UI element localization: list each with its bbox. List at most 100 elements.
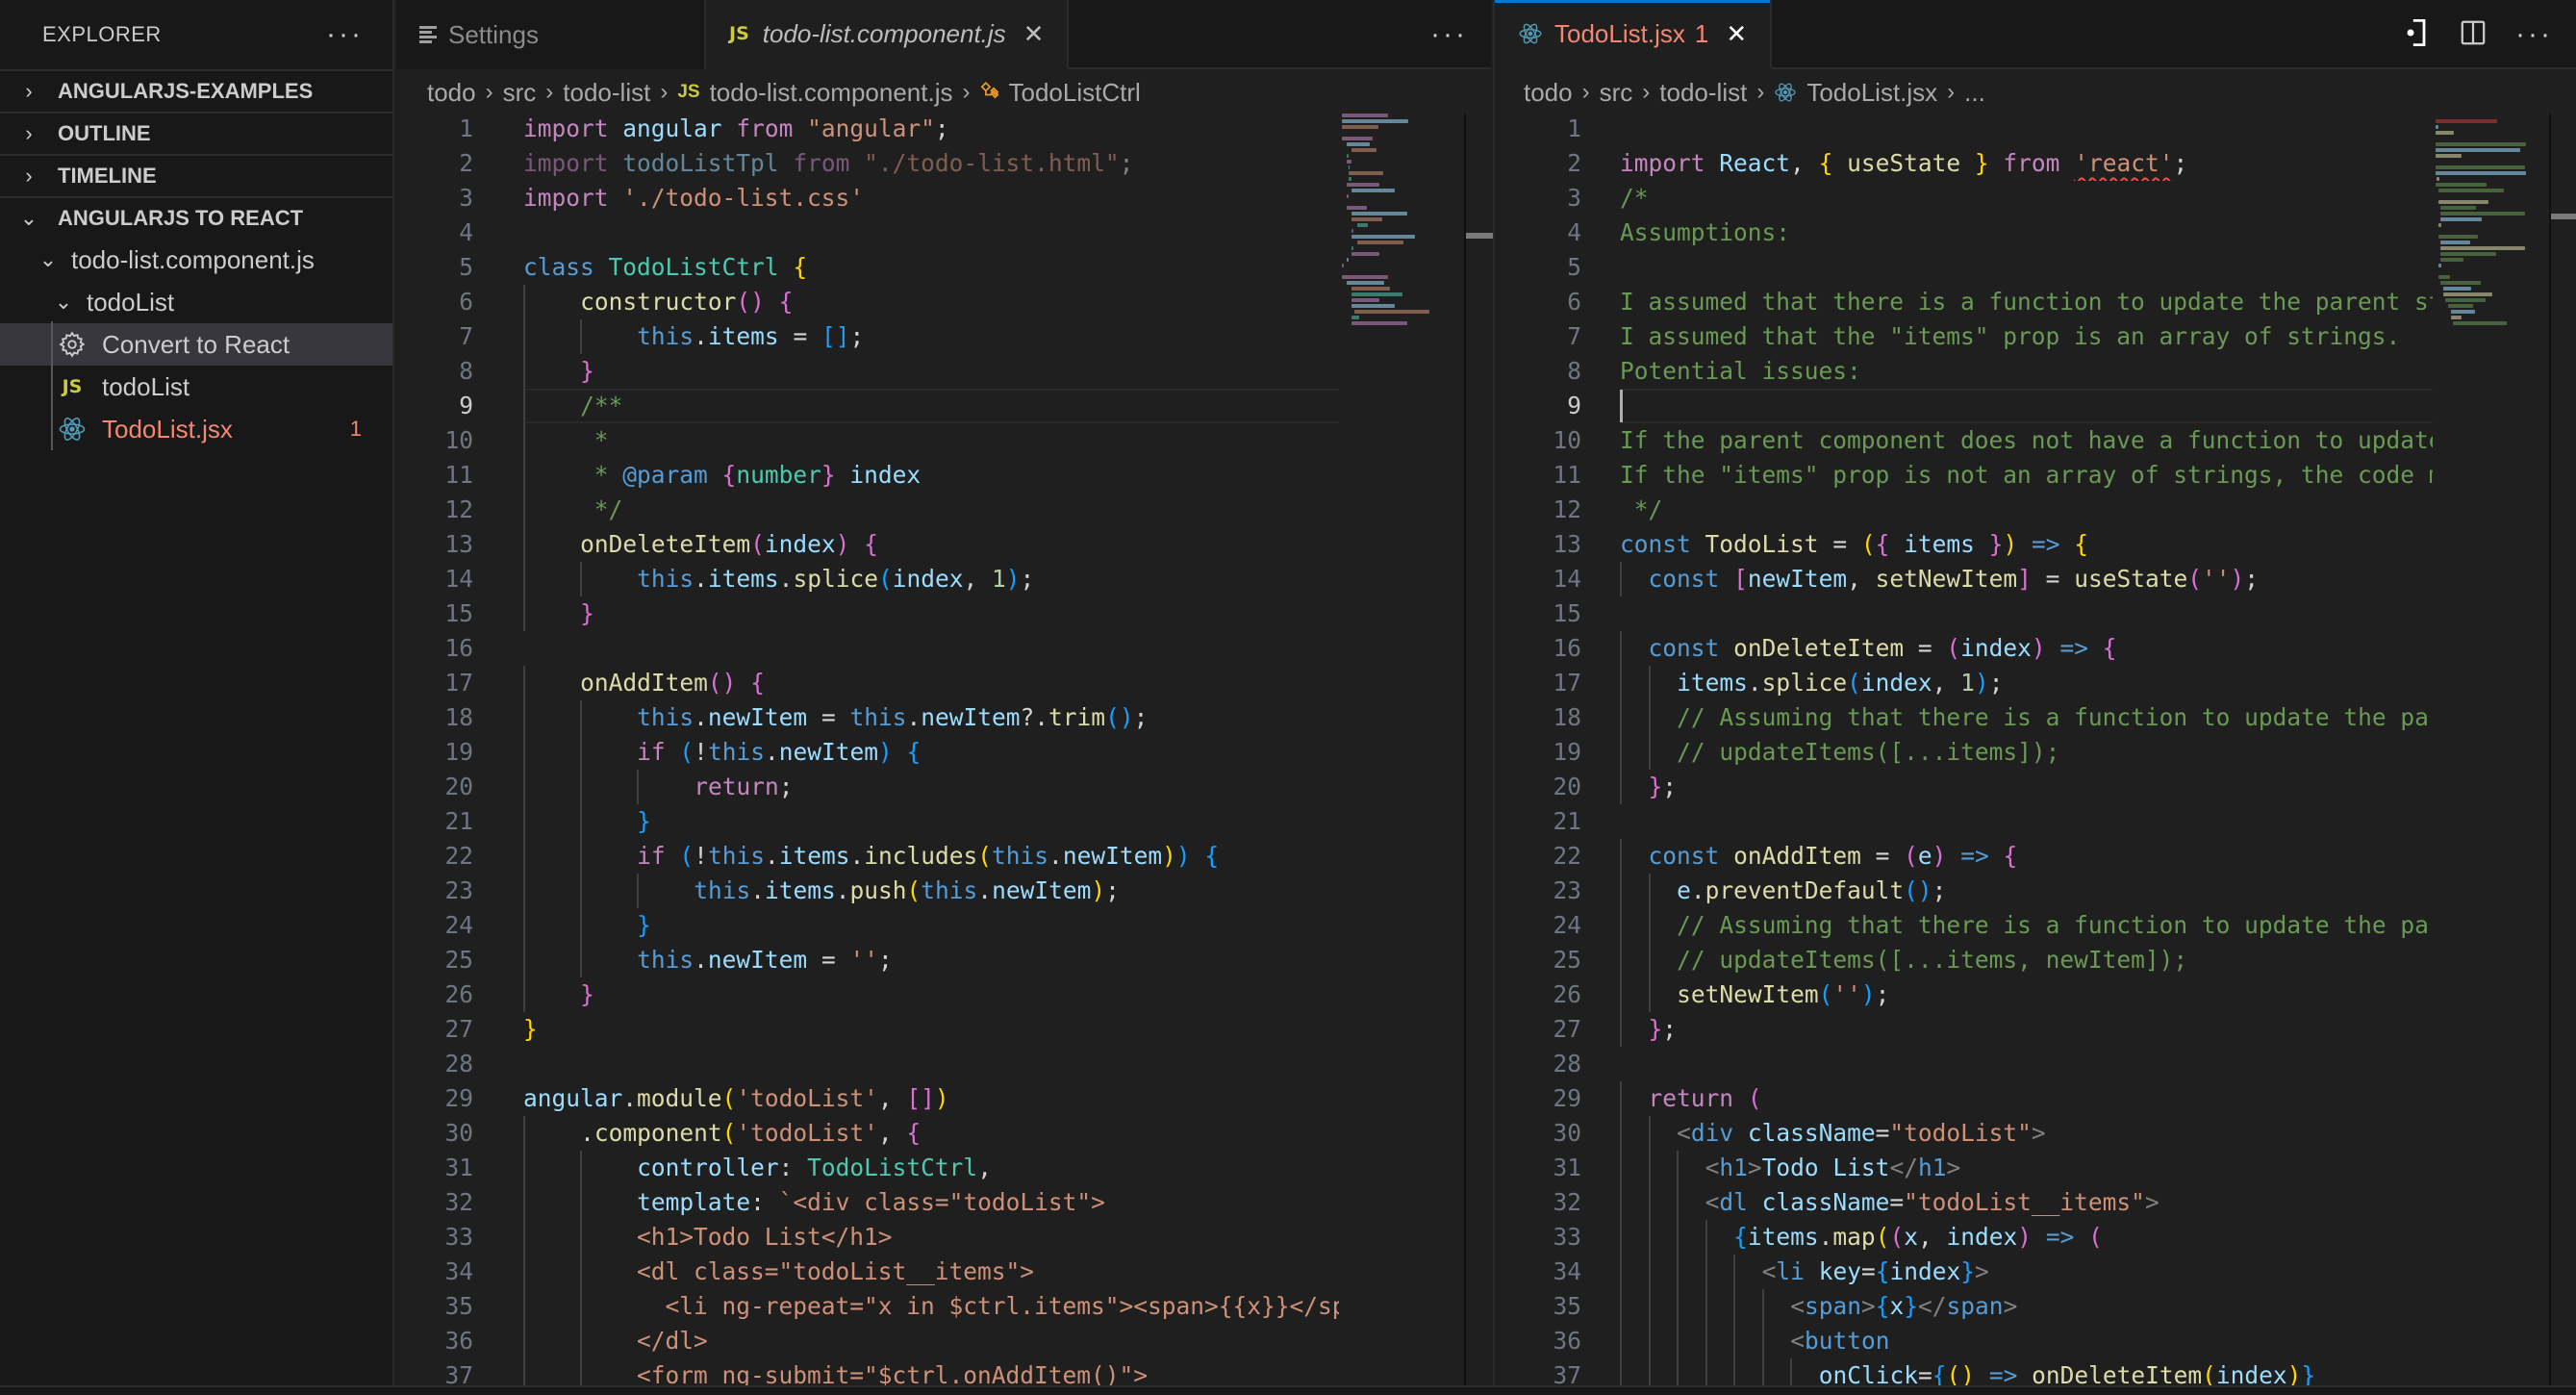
scrollbar-slider-right[interactable]	[2551, 214, 2576, 219]
minimap-right[interactable]	[2436, 114, 2561, 364]
tab-todolist-jsx[interactable]: TodoList.jsx 1 ✕	[1495, 0, 1773, 69]
tree-item-todolist-group[interactable]: ⌄ todoList	[0, 281, 392, 323]
code-line[interactable]: 24 // Assuming that there is a function …	[1495, 908, 2433, 943]
code-line[interactable]: 26 setNewItem('');	[1495, 977, 2433, 1012]
code-line[interactable]: 13 onDeleteItem(index) {	[396, 527, 1339, 562]
code-line[interactable]: 33 {items.map((x, index) => (	[1495, 1220, 2433, 1255]
code-line[interactable]: 34 <li key={index}>	[1495, 1255, 2433, 1289]
code-line[interactable]: 3 /*	[1495, 181, 2433, 216]
code-line[interactable]: 14 this.items.splice(index, 1);	[396, 562, 1339, 596]
code-line[interactable]: 9	[1495, 389, 2433, 423]
breadcrumb-item[interactable]: src	[503, 78, 537, 108]
more-actions-icon[interactable]: ···	[1430, 20, 1468, 49]
code-line[interactable]: 18 this.newItem = this.newItem?.trim();	[396, 700, 1339, 735]
code-line[interactable]: 20 };	[1495, 770, 2433, 804]
code-line[interactable]: 30 <div className="todoList">	[1495, 1116, 2433, 1151]
close-icon[interactable]: ✕	[1023, 19, 1045, 49]
breadcrumb-item[interactable]: TodoListCtrl	[1008, 78, 1140, 108]
code-line[interactable]: 2 import React, { useState } from 'react'…	[1495, 146, 2433, 181]
code-line[interactable]: 34 <dl class="todoList__items">	[396, 1255, 1339, 1289]
code-line[interactable]: 29 angular.module('todoList', [])	[396, 1081, 1339, 1116]
code-line[interactable]: 11 If the "items" prop is not an array of…	[1495, 458, 2433, 493]
code-line[interactable]: 30 .component('todoList', {	[396, 1116, 1339, 1151]
breadcrumb-item[interactable]: TodoList.jsx	[1806, 78, 1937, 108]
close-icon[interactable]: ✕	[1726, 19, 1747, 49]
code-line[interactable]: 22 const onAddItem = (e) => {	[1495, 839, 2433, 874]
scrollbar-slider-left[interactable]	[1466, 233, 1493, 239]
code-line[interactable]: 11 * @param {number} index	[396, 458, 1339, 493]
code-line[interactable]: 9 /**	[396, 389, 1339, 423]
vertical-scrollbar-left[interactable]	[1464, 114, 1491, 1385]
code-line[interactable]: 27}	[396, 1012, 1339, 1047]
code-line[interactable]: 32 <dl className="todoList__items">	[1495, 1185, 2433, 1220]
code-line[interactable]: 12 */	[1495, 493, 2433, 527]
breadcrumb-item[interactable]: todo	[427, 78, 476, 108]
code-line[interactable]: 35 <span>{x}</span>	[1495, 1289, 2433, 1324]
code-line[interactable]: 10 *	[396, 423, 1339, 458]
code-line[interactable]: 24 }	[396, 908, 1339, 943]
code-line[interactable]: 1 import angular from "angular";	[396, 112, 1339, 146]
explorer-more-actions-icon[interactable]: ···	[326, 20, 364, 49]
more-actions-icon[interactable]: ···	[2515, 20, 2553, 49]
tree-item-convert-to-react[interactable]: Convert to React	[0, 323, 392, 366]
code-editor-right[interactable]: 1 2 import React, { useState } from 'react…	[1495, 112, 2433, 1393]
tab-todo-list-component-js[interactable]: JS todo-list.component.js ✕	[706, 0, 1070, 69]
breadcrumb-item[interactable]: todo-list	[563, 78, 650, 108]
code-line[interactable]: 33 <h1>Todo List</h1>	[396, 1220, 1339, 1255]
breadcrumb-item[interactable]: ...	[1964, 78, 1985, 108]
code-line[interactable]: 12 */	[396, 493, 1339, 527]
code-line[interactable]: 10 If the parent component does not have …	[1495, 423, 2433, 458]
code-line[interactable]: 23 this.items.push(this.newItem);	[396, 874, 1339, 908]
code-line[interactable]: 23 e.preventDefault();	[1495, 874, 2433, 908]
code-line[interactable]: 35 <li ng-repeat="x in $ctrl.items"><spa…	[396, 1289, 1339, 1324]
code-line[interactable]: 22 if (!this.items.includes(this.newItem…	[396, 839, 1339, 874]
tree-item-todolist-jsx[interactable]: TodoList.jsx 1	[0, 408, 392, 450]
code-line[interactable]: 36 </dl>	[396, 1324, 1339, 1358]
code-line[interactable]: 27 };	[1495, 1012, 2433, 1047]
code-line[interactable]: 17 items.splice(index, 1);	[1495, 666, 2433, 700]
code-line[interactable]: 21	[1495, 804, 2433, 839]
code-line[interactable]: 36 <button	[1495, 1324, 2433, 1358]
code-line[interactable]: 18 // Assuming that there is a function …	[1495, 700, 2433, 735]
split-editor-icon[interactable]	[2460, 19, 2487, 51]
code-line[interactable]: 16	[396, 631, 1339, 666]
code-line[interactable]: 16 const onDeleteItem = (index) => {	[1495, 631, 2433, 666]
code-line[interactable]: 2 import todoListTpl from "./todo-list.ht…	[396, 146, 1339, 181]
code-line[interactable]: 26 }	[396, 977, 1339, 1012]
code-line[interactable]: 21 }	[396, 804, 1339, 839]
code-line[interactable]: 25 this.newItem = '';	[396, 943, 1339, 977]
code-line[interactable]: 15	[1495, 596, 2433, 631]
code-line[interactable]: 28	[396, 1047, 1339, 1081]
code-line[interactable]: 5 class TodoListCtrl {	[396, 250, 1339, 285]
code-line[interactable]: 25 // updateItems([...items, newItem]);	[1495, 943, 2433, 977]
breadcrumb-item[interactable]: src	[1600, 78, 1633, 108]
code-line[interactable]: 8 Potential issues:	[1495, 354, 2433, 389]
code-line[interactable]: 19 if (!this.newItem) {	[396, 735, 1339, 770]
code-line[interactable]: 13 const TodoList = ({ items }) => {	[1495, 527, 2433, 562]
code-line[interactable]: 4	[396, 216, 1339, 250]
breadcrumb-item[interactable]: todo	[1524, 78, 1573, 108]
tree-item-todolist-js[interactable]: JS todoList	[0, 366, 392, 408]
section-angularjs-examples[interactable]: › ANGULARJS-EXAMPLES	[0, 69, 392, 112]
code-line[interactable]: 7 this.items = [];	[396, 319, 1339, 354]
code-line[interactable]: 4 Assumptions:	[1495, 216, 2433, 250]
code-line[interactable]: 3 import './todo-list.css'	[396, 181, 1339, 216]
code-line[interactable]: 8 }	[396, 354, 1339, 389]
minimap-left[interactable]	[1342, 114, 1467, 364]
code-line[interactable]: 32 template: `<div class="todoList">	[396, 1185, 1339, 1220]
code-line[interactable]: 17 onAddItem() {	[396, 666, 1339, 700]
code-line[interactable]: 29 return (	[1495, 1081, 2433, 1116]
code-line[interactable]: 31 <h1>Todo List</h1>	[1495, 1151, 2433, 1185]
code-line[interactable]: 15 }	[396, 596, 1339, 631]
open-changes-icon[interactable]	[2404, 17, 2431, 53]
code-line[interactable]: 5	[1495, 250, 2433, 285]
breadcrumb-item[interactable]: todo-list.component.js	[710, 78, 953, 108]
breadcrumb-item[interactable]: todo-list	[1659, 78, 1747, 108]
code-line[interactable]: 19 // updateItems([...items]);	[1495, 735, 2433, 770]
section-timeline[interactable]: › TIMELINE	[0, 154, 392, 196]
section-outline[interactable]: › OUTLINE	[0, 112, 392, 154]
vertical-scrollbar-right[interactable]	[2549, 114, 2576, 1385]
tab-settings[interactable]: Settings	[396, 0, 706, 69]
code-line[interactable]: 6 constructor() {	[396, 285, 1339, 319]
code-line[interactable]: 1	[1495, 112, 2433, 146]
